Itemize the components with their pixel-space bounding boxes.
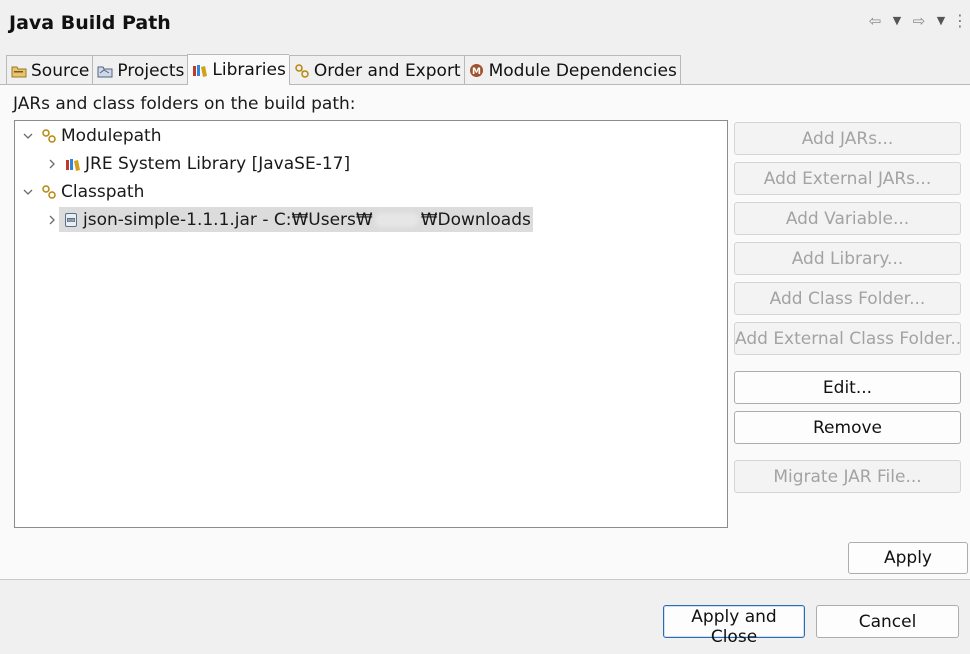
edit-button[interactable]: Edit... <box>734 371 961 404</box>
tree-item-label: Classpath <box>61 181 145 202</box>
add-library-button[interactable]: Add Library... <box>734 242 961 275</box>
tree-item-label: JRE System Library [JavaSE-17] <box>85 153 351 174</box>
tab-libraries-label: Libraries <box>212 60 286 80</box>
tree-item-modulepath[interactable]: Modulepath <box>21 123 161 148</box>
add-external-jars-button[interactable]: Add External JARs... <box>734 162 961 195</box>
add-class-folder-button[interactable]: Add Class Folder... <box>734 282 961 315</box>
page-title: Java Build Path <box>9 12 171 34</box>
tab-module-dependencies-label: Module Dependencies <box>488 60 677 81</box>
add-external-class-folder-button[interactable]: Add External Class Folder... <box>734 322 961 355</box>
back-arrow-icon[interactable]: ⇦ <box>864 12 886 30</box>
apply-button[interactable]: Apply <box>848 542 968 574</box>
tree-item-json-simple-jar[interactable]: 010 json-simple-1.1.1.jar - C:₩Users₩ ₩D… <box>45 207 533 232</box>
remove-button[interactable]: Remove <box>734 411 961 444</box>
selected-item-highlight[interactable]: 010 json-simple-1.1.1.jar - C:₩Users₩ ₩D… <box>59 207 533 232</box>
chevron-right-icon[interactable] <box>45 157 59 171</box>
forward-arrow-icon[interactable]: ⇨ <box>908 12 930 30</box>
cancel-button[interactable]: Cancel <box>816 605 959 638</box>
libraries-icon <box>192 62 208 78</box>
more-vert-icon[interactable]: ⋮ <box>952 11 968 30</box>
dialog-header: Java Build Path ⇦ ▼ ⇨ ▼ ⋮ <box>0 0 970 48</box>
jre-library-icon <box>64 155 82 173</box>
jar-path-start: json-simple-1.1.1.jar - C:₩Users₩ <box>83 209 373 230</box>
add-variable-button[interactable]: Add Variable... <box>734 202 961 235</box>
tab-source-label: Source <box>31 60 90 81</box>
libraries-panel: JARs and class folders on the build path… <box>0 85 970 579</box>
tree-item-jre-system-library[interactable]: JRE System Library [JavaSE-17] <box>45 151 350 176</box>
module-icon: M <box>469 63 485 79</box>
order-export-icon <box>294 63 310 79</box>
tab-module-dependencies[interactable]: M Module Dependencies <box>463 55 681 85</box>
add-jars-button[interactable]: Add JARs... <box>734 122 961 155</box>
tab-bar: Source Projects Libraries Order and Expo… <box>6 54 681 85</box>
section-label: JARs and class folders on the build path… <box>13 94 356 114</box>
tab-projects[interactable]: Projects <box>92 55 188 85</box>
chevron-down-icon[interactable] <box>21 129 35 143</box>
back-dropdown-icon[interactable]: ▼ <box>888 14 906 27</box>
tab-source[interactable]: Source <box>6 55 93 85</box>
redacted-username <box>374 212 419 227</box>
chevron-right-icon[interactable] <box>45 213 59 227</box>
chevron-down-icon[interactable] <box>21 185 35 199</box>
build-path-tree[interactable]: Modulepath JRE System Library [JavaSE-17… <box>14 120 728 528</box>
svg-text:M: M <box>472 67 481 77</box>
dialog-footer: Apply and Close Cancel <box>0 580 970 654</box>
svg-text:010: 010 <box>68 218 75 222</box>
forward-dropdown-icon[interactable]: ▼ <box>932 14 950 27</box>
classpath-container-icon <box>40 127 58 145</box>
classpath-container-icon <box>40 183 58 201</box>
tab-order-export-label: Order and Export <box>313 60 461 81</box>
header-nav: ⇦ ▼ ⇨ ▼ ⋮ <box>864 11 968 30</box>
apply-and-close-button[interactable]: Apply and Close <box>663 605 805 647</box>
projects-icon <box>97 63 113 79</box>
source-folder-icon <box>11 63 27 79</box>
tab-order-export[interactable]: Order and Export <box>288 55 464 85</box>
tab-projects-label: Projects <box>117 60 185 81</box>
tab-libraries[interactable]: Libraries <box>187 54 289 85</box>
jar-path-end: ₩Downloads <box>420 209 531 230</box>
tree-item-classpath[interactable]: Classpath <box>21 179 144 204</box>
migrate-jar-button[interactable]: Migrate JAR File... <box>734 460 961 493</box>
tree-item-label: Modulepath <box>61 125 162 146</box>
jar-file-icon: 010 <box>62 211 80 229</box>
